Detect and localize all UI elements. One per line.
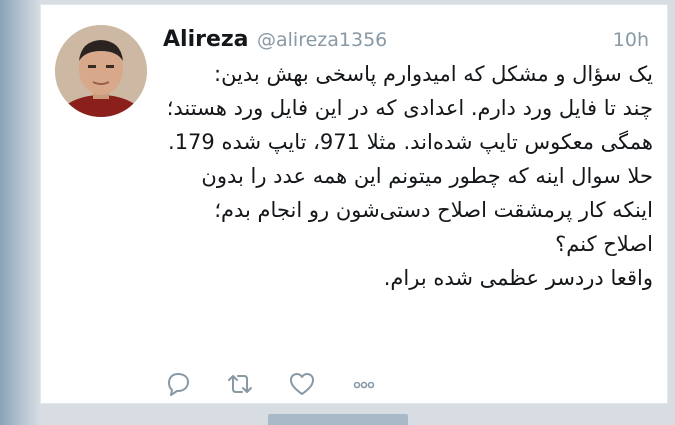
display-name[interactable]: Alireza (163, 27, 249, 52)
tweet-text: یک سؤال و مشکل که امیدوارم پاسخی بهش بدی… (163, 57, 653, 295)
heart-icon (290, 373, 314, 395)
reply-button[interactable] (163, 369, 193, 399)
retweet-button[interactable] (225, 369, 255, 399)
tweet-paragraph: چند تا فایل ورد دارم. اعدادی که در این ف… (166, 96, 653, 154)
timestamp[interactable]: 10h (613, 29, 649, 51)
avatar[interactable] (55, 25, 147, 117)
like-button[interactable] (287, 369, 317, 399)
tweet-paragraph: واقعا دردسر عظمی شده برام. (383, 266, 653, 290)
tweet-header: Alireza @alireza1356 10h (163, 23, 653, 57)
more-icon (353, 381, 375, 389)
tweet-actions (163, 369, 423, 399)
tweet-card: Alireza @alireza1356 10h یک سؤال و مشکل … (40, 4, 668, 404)
partial-element (268, 414, 408, 425)
username[interactable]: @alireza1356 (257, 29, 387, 51)
retweet-icon (228, 375, 252, 393)
avatar-image (55, 25, 147, 117)
tweet-paragraph: حلا سوال اینه که چطور میتونم این همه عدد… (201, 164, 653, 256)
reply-icon (168, 373, 189, 396)
more-button[interactable] (349, 369, 379, 399)
tweet-paragraph: یک سؤال و مشکل که امیدوارم پاسخی بهش بدی… (214, 62, 653, 86)
background-strip (0, 0, 40, 425)
